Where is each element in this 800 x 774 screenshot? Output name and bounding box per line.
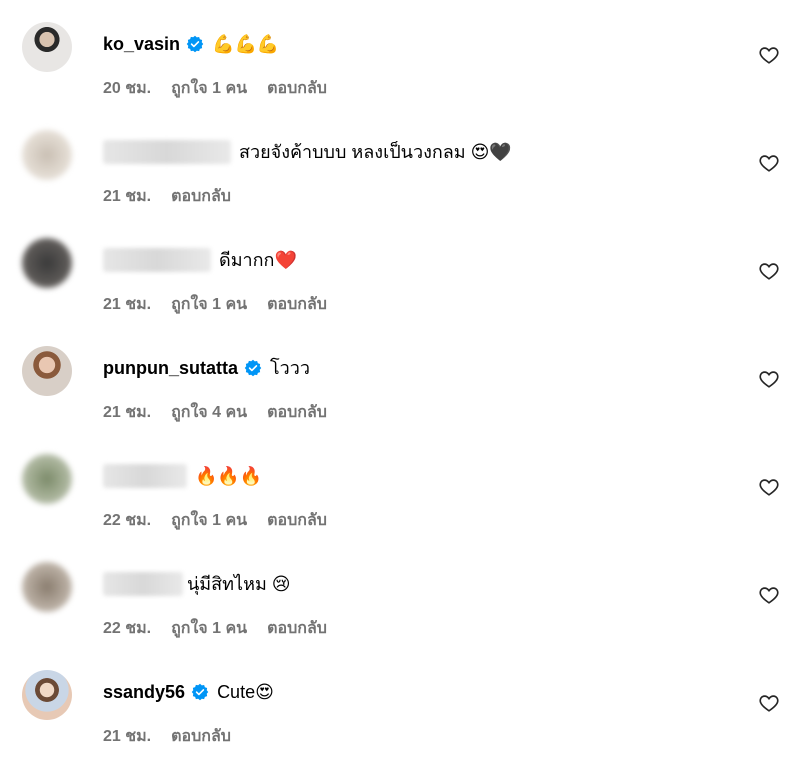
comment-line: 🔥🔥🔥 [103,464,262,488]
reply-button[interactable]: ตอบกลับ [267,508,327,533]
timestamp: 21 ชม. [103,728,152,745]
heart-outline-icon[interactable] [758,368,780,390]
likes-count[interactable]: ถูกใจ 1 คน [171,292,247,317]
likes-count[interactable]: ถูกใจ 1 คน [171,508,247,533]
comment-text: สวยจังค้าบบบ หลงเป็นวงกลม 😍🖤 [239,142,512,162]
timestamp: 22 ชม. [103,620,152,637]
timestamp: 22 ชม. [103,512,152,529]
avatar[interactable] [22,562,72,612]
comment-meta: 21 ชม. ตอบกลับ [103,724,251,749]
heart-outline-icon[interactable] [758,584,780,606]
reply-button[interactable]: ตอบกลับ [171,724,231,749]
comment-text: Cute😍 [217,682,274,702]
timestamp: 21 ชม. [103,404,152,421]
username-blurred[interactable] [103,140,231,164]
timestamp: 21 ชม. [103,296,152,313]
comment-item: punpun_sutatta โววว 21 ชม. ถูกใจ 4 คน ตอ… [0,342,800,450]
verified-badge-icon [191,683,209,701]
comment-meta: 22 ชม. ถูกใจ 1 คน ตอบกลับ [103,508,347,533]
reply-button[interactable]: ตอบกลับ [267,292,327,317]
avatar[interactable] [22,130,72,180]
heart-outline-icon[interactable] [758,692,780,714]
comment-text: โววว [270,358,310,378]
verified-badge-icon [244,359,262,377]
comment-text: 🔥🔥🔥 [195,466,263,486]
likes-count[interactable]: ถูกใจ 1 คน [171,616,247,641]
comment-meta: 21 ชม. ถูกใจ 1 คน ตอบกลับ [103,292,347,317]
username-blurred[interactable] [103,572,183,596]
timestamp: 20 ชม. [103,80,152,97]
comment-line: ดีมากก❤️ [103,248,297,272]
comment-text: ดีมากก❤️ [219,250,297,270]
comment-meta: 22 ชม. ถูกใจ 1 คน ตอบกลับ [103,616,347,641]
avatar[interactable] [22,670,72,720]
heart-outline-icon[interactable] [758,44,780,66]
comment-line: punpun_sutatta โววว [103,356,310,380]
verified-badge-icon [186,35,204,53]
heart-outline-icon[interactable] [758,260,780,282]
comment-line: สวยจังค้าบบบ หลงเป็นวงกลม 😍🖤 [103,140,512,164]
heart-outline-icon[interactable] [758,476,780,498]
comment-item: สวยจังค้าบบบ หลงเป็นวงกลม 😍🖤 21 ชม. ตอบก… [0,126,800,234]
username[interactable]: ssandy56 [103,680,185,704]
comment-item: ko_vasin 💪💪💪 20 ชม. ถูกใจ 1 คน ตอบกลับ [0,18,800,126]
comment-line: ko_vasin 💪💪💪 [103,32,279,56]
avatar[interactable] [22,454,72,504]
comment-text: นุ่มีสิทไหม 😢 [187,574,291,594]
comment-item: 🔥🔥🔥 22 ชม. ถูกใจ 1 คน ตอบกลับ [0,450,800,558]
comment-line: ssandy56 Cute😍 [103,680,274,704]
comment-item: ดีมากก❤️ 21 ชม. ถูกใจ 1 คน ตอบกลับ [0,234,800,342]
comment-item: ssandy56 Cute😍 21 ชม. ตอบกลับ [0,666,800,774]
timestamp: 21 ชม. [103,188,152,205]
username[interactable]: punpun_sutatta [103,356,238,380]
avatar[interactable] [22,238,72,288]
username[interactable]: ko_vasin [103,32,180,56]
comment-meta: 21 ชม. ถูกใจ 4 คน ตอบกลับ [103,400,347,425]
heart-outline-icon[interactable] [758,152,780,174]
reply-button[interactable]: ตอบกลับ [267,76,327,101]
comment-item: นุ่มีสิทไหม 😢 22 ชม. ถูกใจ 1 คน ตอบกลับ [0,558,800,666]
comment-meta: 20 ชม. ถูกใจ 1 คน ตอบกลับ [103,76,347,101]
username-blurred[interactable] [103,464,187,488]
avatar[interactable] [22,22,72,72]
comment-meta: 21 ชม. ตอบกลับ [103,184,251,209]
username-blurred[interactable] [103,248,211,272]
reply-button[interactable]: ตอบกลับ [171,184,231,209]
likes-count[interactable]: ถูกใจ 4 คน [171,400,247,425]
comment-line: นุ่มีสิทไหม 😢 [103,572,291,596]
avatar[interactable] [22,346,72,396]
comment-text: 💪💪💪 [212,34,280,54]
reply-button[interactable]: ตอบกลับ [267,400,327,425]
likes-count[interactable]: ถูกใจ 1 คน [171,76,247,101]
reply-button[interactable]: ตอบกลับ [267,616,327,641]
